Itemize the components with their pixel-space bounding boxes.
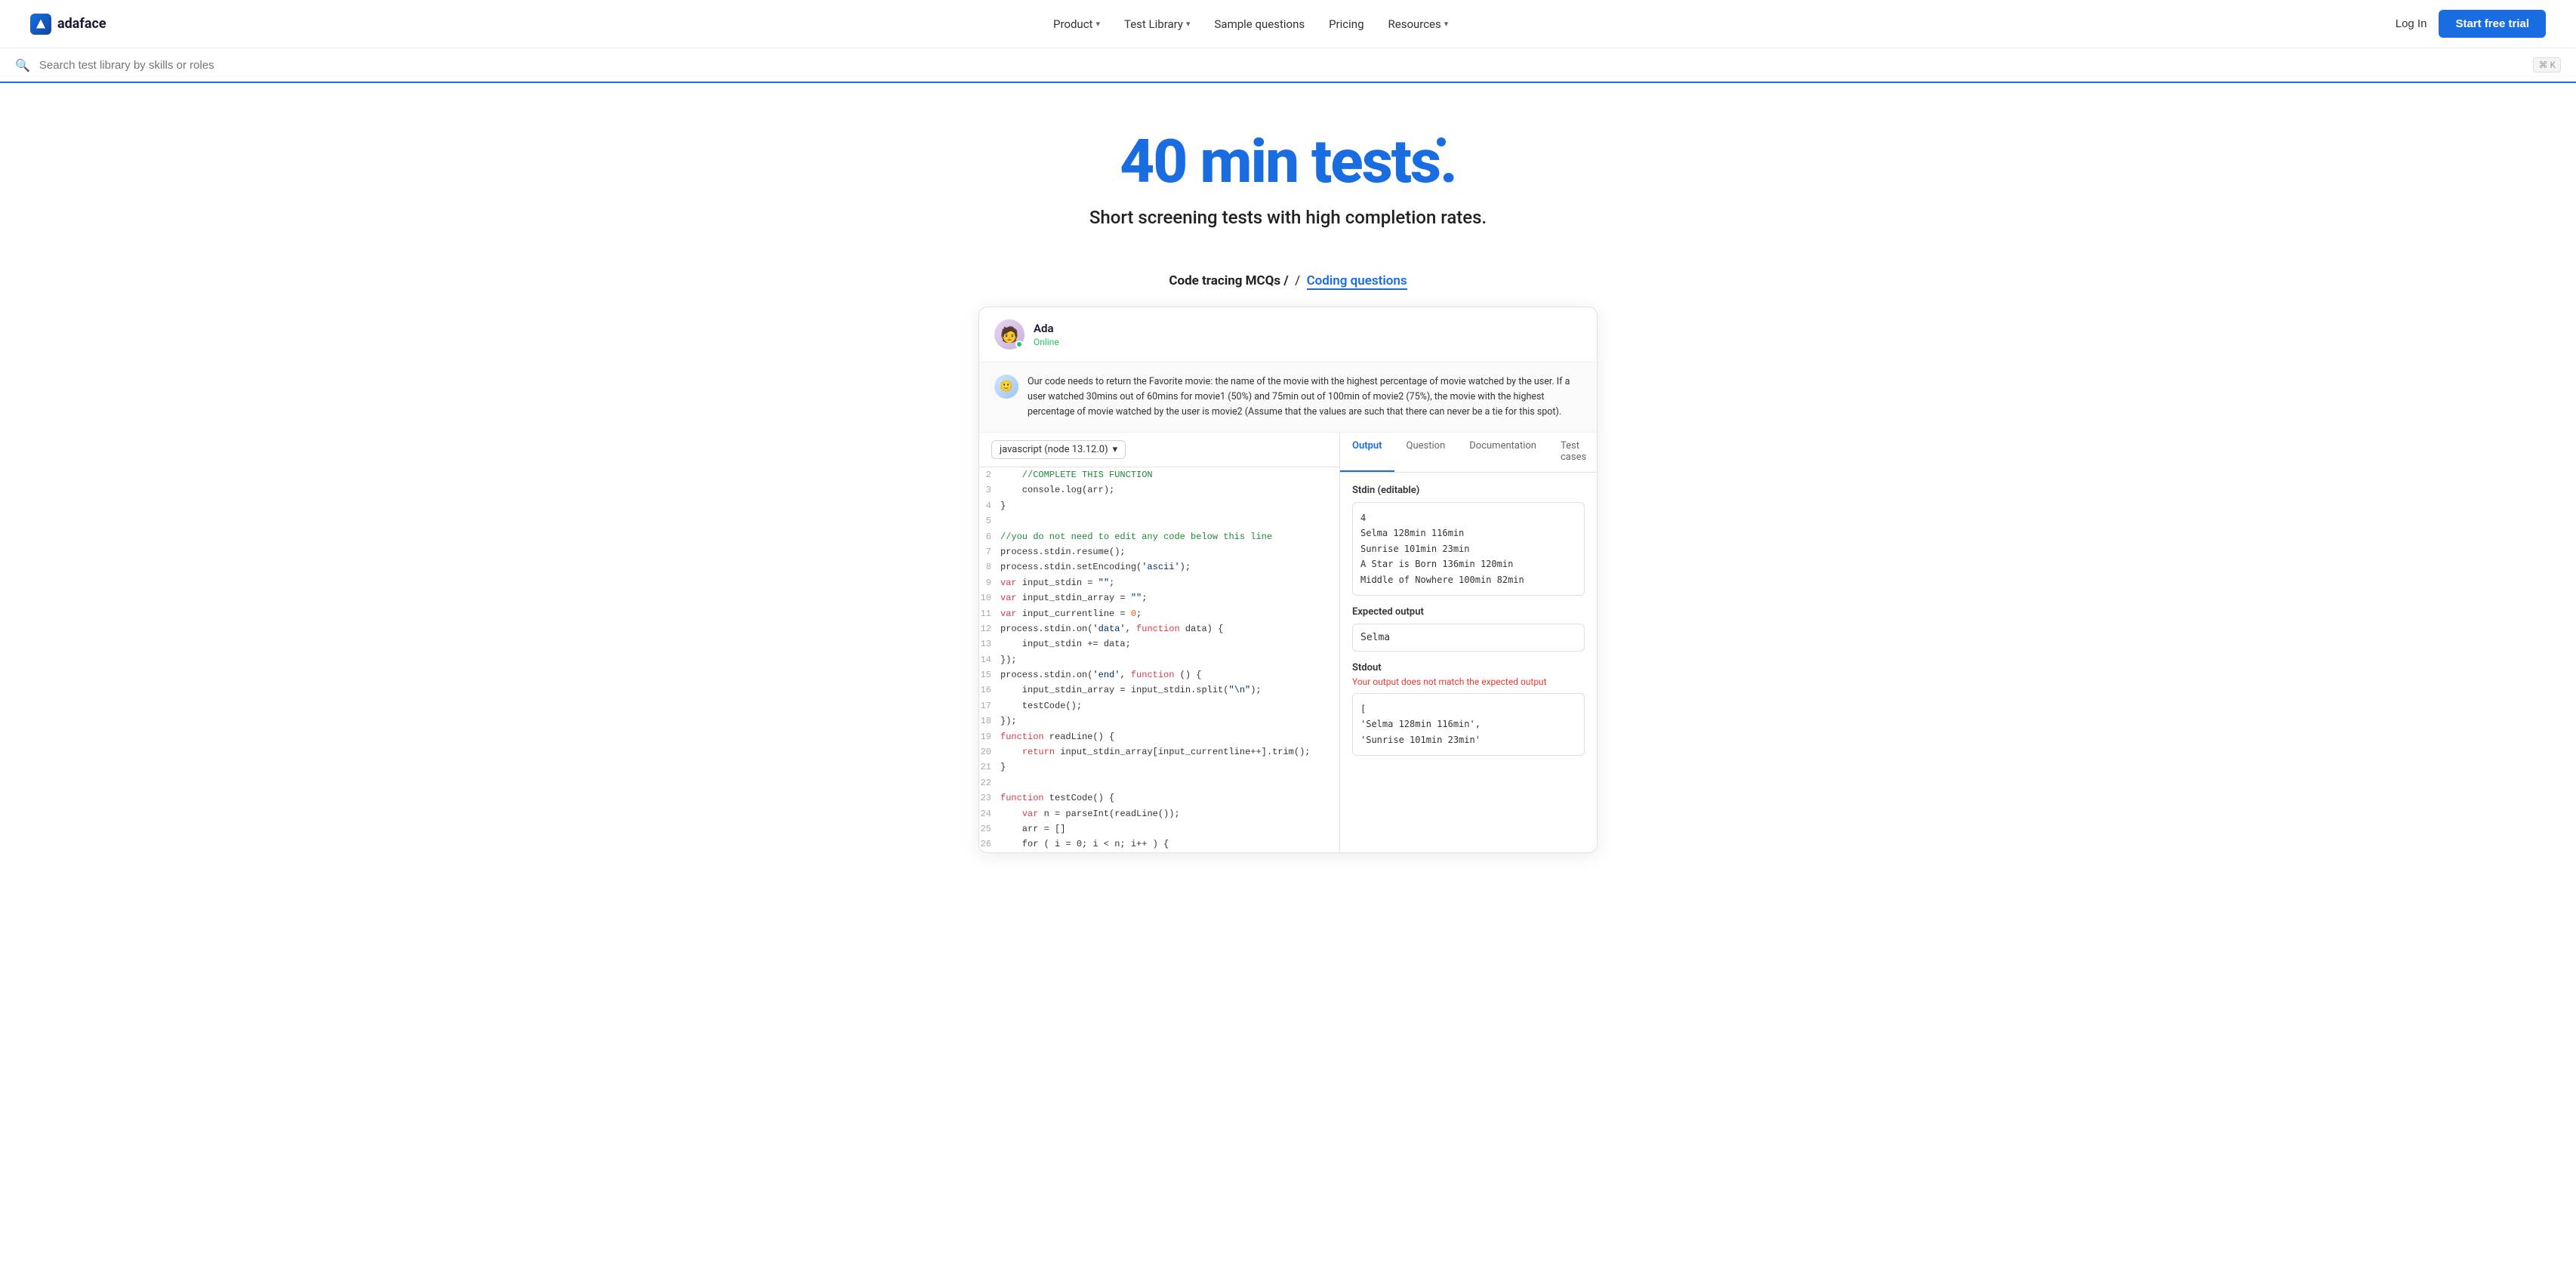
hero-section: 40 min tests. Short screening tests with… [0, 83, 2576, 258]
coding-questions-link[interactable]: Coding questions [1307, 273, 1407, 290]
code-line: 17 testCode(); [979, 698, 1339, 713]
code-line: 11var input_currentline = 0; [979, 606, 1339, 621]
output-tab[interactable]: Test cases [1548, 433, 1598, 472]
code-line: 16 input_stdin_array = input_stdin.split… [979, 683, 1339, 698]
output-tab[interactable]: Output [1340, 433, 1394, 472]
code-line: 14}); [979, 652, 1339, 667]
nav-links: Product ▾ Test Library ▾ Sample question… [1053, 17, 1448, 31]
search-icon: 🔍 [15, 58, 30, 72]
ada-name: Ada [1034, 322, 1059, 335]
code-line: 2 //COMPLETE THIS FUNCTION [979, 467, 1339, 482]
code-line: 26 for ( i = 0; i < n; i++ ) { [979, 837, 1339, 852]
expected-label: Expected output [1352, 606, 1585, 618]
code-line: 23function testCode() { [979, 790, 1339, 806]
code-line: 9var input_stdin = ""; [979, 575, 1339, 590]
nav-sample-questions[interactable]: Sample questions [1215, 17, 1305, 31]
stdout-label: Stdout [1352, 662, 1585, 673]
status-dot [1015, 341, 1023, 348]
stdout-box: [ 'Selma 128min 116min', 'Sunrise 101min… [1352, 693, 1585, 756]
avatar: 🧑 [994, 319, 1025, 350]
chevron-down-icon: ▾ [1444, 19, 1449, 29]
nav-product[interactable]: Product ▾ [1053, 17, 1100, 31]
code-line: 3 console.log(arr); [979, 482, 1339, 498]
code-line: 20 return input_stdin_array[input_curren… [979, 744, 1339, 760]
code-line: 7process.stdin.resume(); [979, 544, 1339, 559]
code-line: 13 input_stdin += data; [979, 636, 1339, 652]
hero-subtitle: Short screening tests with high completi… [15, 207, 2561, 228]
code-panel: javascript (node 13.12.0) ▾ 2 //COMPLETE… [979, 433, 1340, 852]
language-select[interactable]: javascript (node 13.12.0) ▾ [991, 440, 1126, 459]
nav-pricing[interactable]: Pricing [1329, 17, 1363, 31]
code-line: 8process.stdin.setEncoding('ascii'); [979, 559, 1339, 575]
ada-online-status: Online [1034, 337, 1059, 347]
code-line: 6//you do not need to edit any code belo… [979, 529, 1339, 544]
output-tab[interactable]: Documentation [1457, 433, 1548, 472]
question-text: Our code needs to return the Favorite mo… [1028, 374, 1582, 420]
chevron-down-icon: ▾ [1095, 19, 1100, 29]
navbar: adaface Product ▾ Test Library ▾ Sample … [0, 0, 2576, 48]
code-line: 22 [979, 775, 1339, 790]
question-avatar: 🙂 [994, 374, 1018, 399]
output-tabs: OutputQuestionDocumentationTest cases [1340, 433, 1597, 473]
chevron-down-icon: ▾ [1113, 444, 1118, 455]
code-line: 4} [979, 498, 1339, 513]
logo-text: adaface [57, 16, 106, 32]
nav-resources[interactable]: Resources ▾ [1388, 17, 1449, 31]
code-line: 21} [979, 760, 1339, 775]
question-box: 🙂 Our code needs to return the Favorite … [979, 362, 1597, 433]
output-panel: OutputQuestionDocumentationTest cases St… [1340, 433, 1597, 852]
chevron-down-icon: ▾ [1186, 19, 1191, 29]
code-header: javascript (node 13.12.0) ▾ [979, 433, 1339, 467]
code-line: 19function readLine() { [979, 729, 1339, 744]
expected-output: Selma [1352, 624, 1585, 652]
code-body: 2 //COMPLETE THIS FUNCTION3 console.log(… [979, 467, 1339, 852]
output-tab[interactable]: Question [1394, 433, 1458, 472]
code-output-row: javascript (node 13.12.0) ▾ 2 //COMPLETE… [979, 433, 1597, 852]
output-body: Stdin (editable) 4Selma 128min 116minSun… [1340, 473, 1597, 768]
stdin-box[interactable]: 4Selma 128min 116minSunrise 101min 23min… [1352, 502, 1585, 596]
hero-title: 40 min tests. [1120, 128, 1456, 195]
code-line: 10var input_stdin_array = ""; [979, 590, 1339, 606]
code-line: 25 arr = [] [979, 821, 1339, 837]
code-line: 18}); [979, 713, 1339, 729]
nav-actions: Log In Start free trial [2396, 10, 2546, 38]
search-bar: 🔍 ⌘ K [0, 48, 2576, 83]
search-shortcut: ⌘ K [2533, 57, 2561, 72]
login-button[interactable]: Log In [2396, 17, 2427, 30]
code-line: 5 [979, 513, 1339, 528]
logo-icon [30, 14, 51, 35]
code-line: 12process.stdin.on('data', function data… [979, 621, 1339, 636]
stdout-error: Your output does not match the expected … [1352, 676, 1585, 687]
ada-header: 🧑 Ada Online [979, 307, 1597, 362]
logo[interactable]: adaface [30, 14, 106, 35]
demo-card: 🧑 Ada Online 🙂 Our code needs to return … [978, 307, 1598, 853]
code-line: 24 var n = parseInt(readLine()); [979, 806, 1339, 821]
stdin-label: Stdin (editable) [1352, 485, 1585, 496]
code-line: 15process.stdin.on('end', function () { [979, 667, 1339, 683]
trial-button[interactable]: Start free trial [2439, 10, 2546, 38]
nav-test-library[interactable]: Test Library ▾ [1124, 17, 1191, 31]
demo-section: Code tracing MCQs / / Coding questions 🧑… [948, 258, 1628, 853]
demo-label: Code tracing MCQs / / Coding questions [978, 273, 1598, 288]
search-input[interactable] [39, 59, 2525, 72]
